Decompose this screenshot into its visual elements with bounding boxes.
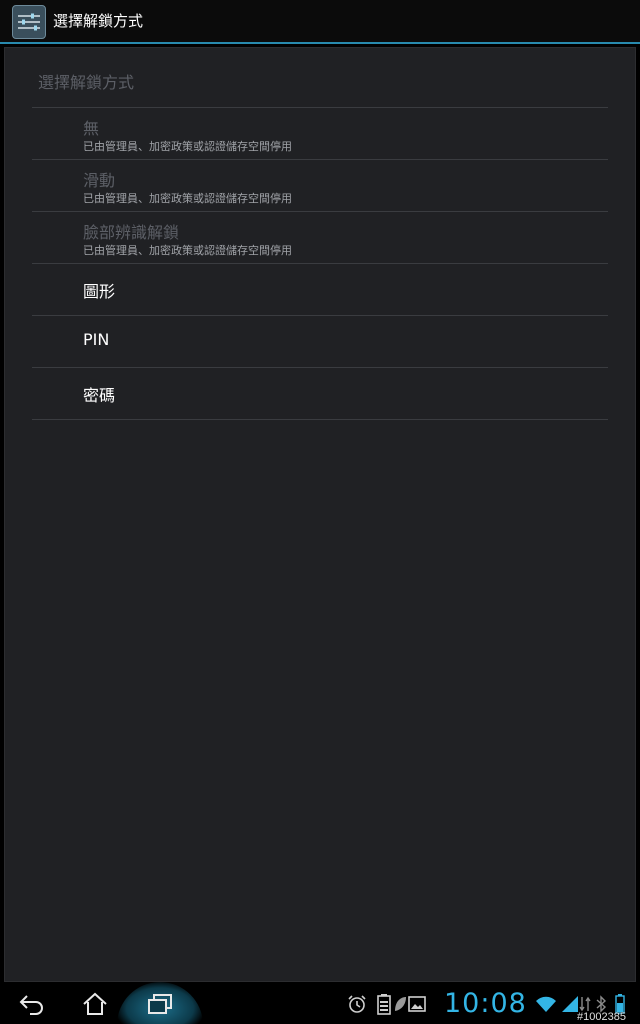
option-summary: 已由管理員、加密政策或認證儲存空間停用 [83,140,292,153]
battery-icon [374,992,394,1016]
option-summary: 已由管理員、加密政策或認證儲存空間停用 [83,192,292,205]
option-title: 無 [83,119,100,138]
watermark: #1002385 [577,1011,626,1023]
unlock-option-pattern[interactable]: 圖形 [32,264,608,316]
home-icon[interactable] [75,988,115,1020]
settings-sliders-icon[interactable] [12,5,46,39]
unlock-option-password[interactable]: 密碼 [32,368,608,420]
preference-panel: 選擇解鎖方式 無 已由管理員、加密政策或認證儲存空間停用 滑動 已由管理員、加密… [4,47,636,982]
recent-apps-icon[interactable] [140,988,180,1020]
page-title: 選擇解鎖方式 [53,12,144,30]
status-clock: 10:08 [444,988,527,1019]
option-title: 密碼 [83,386,116,405]
option-title: PIN [83,330,110,349]
unlock-option-none: 無 已由管理員、加密政策或認證儲存空間停用 [32,108,608,160]
unlock-option-face-unlock: 臉部辨識解鎖 已由管理員、加密政策或認證儲存空間停用 [32,212,608,264]
option-summary: 已由管理員、加密政策或認證儲存空間停用 [83,244,292,257]
unlock-option-pin[interactable]: PIN [32,316,608,368]
category-header: 選擇解鎖方式 [38,73,135,92]
unlock-option-slide: 滑動 已由管理員、加密政策或認證儲存空間停用 [32,160,608,212]
option-title: 臉部辨識解鎖 [83,223,180,242]
wifi-icon [534,992,558,1016]
option-title: 圖形 [83,282,116,301]
option-title: 滑動 [83,171,116,190]
gallery-icon [406,992,428,1016]
back-icon[interactable] [12,988,52,1020]
action-bar-divider [0,42,640,44]
screen: 選擇解鎖方式 選擇解鎖方式 無 已由管理員、加密政策或認證儲存空間停用 滑動 已… [0,0,640,1024]
system-bar: 10:08 #1002385 [0,982,640,1024]
action-bar: 選擇解鎖方式 [0,0,640,44]
alarm-icon [346,992,368,1016]
